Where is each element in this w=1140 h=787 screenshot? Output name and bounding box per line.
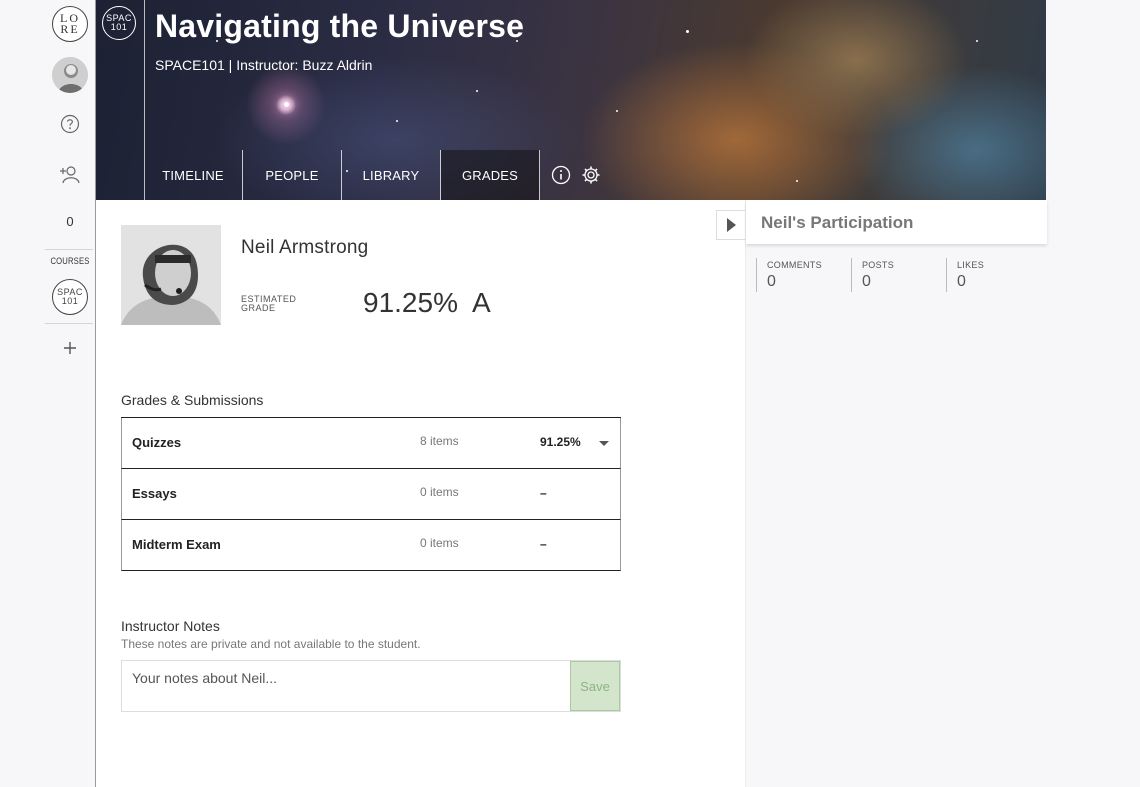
grade-score: – [540,537,547,551]
stat-value: 0 [862,273,871,290]
estimated-grade-percent: 91.25% [363,287,458,318]
notes-box: Save [121,660,621,712]
stat-comments: COMMENTS 0 [756,258,846,292]
student-name: Neil Armstrong [241,237,369,258]
course-badge[interactable]: SPAC 101 [52,279,88,315]
grade-item-count: 0 items [420,536,459,550]
courses-label: COURSES [50,256,90,266]
user-avatar[interactable] [52,57,88,93]
chevron-down-icon[interactable] [599,441,609,446]
grade-item-count: 8 items [420,434,459,448]
student-photo [121,225,221,325]
save-button[interactable]: Save [570,661,620,711]
grade-row-essays[interactable]: Essays 0 items – [121,469,621,520]
avatar-image [52,57,88,93]
gear-icon[interactable] [580,164,602,186]
stat-posts: POSTS 0 [851,258,941,292]
stat-likes: LIKES 0 [946,258,1036,292]
grades-table: Quizzes 8 items 91.25% Essays 0 items – … [121,417,621,571]
grade-category-name: Essays [132,486,177,501]
stat-label: COMMENTS [767,260,822,270]
grade-score: 91.25% [540,435,581,449]
estimated-grade-letter: A [472,287,491,318]
grade-category-name: Quizzes [132,435,182,450]
notes-subtitle: These notes are private and not availabl… [121,637,421,651]
tab-timeline[interactable]: TIMELINE [144,150,243,200]
grades-section-title: Grades & Submissions [121,392,264,408]
add-user-icon[interactable] [58,162,82,186]
participation-header: Neil's Participation [746,200,1047,244]
tab-people[interactable]: PEOPLE [243,150,342,200]
grade-item-count: 0 items [420,485,459,499]
course-subtitle: SPACE101 | Instructor: Buzz Aldrin [155,57,373,73]
tab-grades[interactable]: GRADES [441,150,540,200]
tab-library[interactable]: LIBRARY [342,150,441,200]
estimated-grade-label: ESTIMATED GRADE [241,294,297,313]
participation-title: Neil's Participation [761,213,914,232]
grade-row-quizzes[interactable]: Quizzes 8 items 91.25% [121,418,621,469]
divider [45,323,93,324]
help-icon[interactable] [58,112,82,136]
participation-panel: Neil's Participation COMMENTS 0 POSTS 0 … [745,200,1047,787]
stat-label: LIKES [957,260,985,270]
lore-logo[interactable]: LO RE [52,6,88,42]
plus-icon[interactable] [58,336,82,360]
stat-label: POSTS [862,260,895,270]
divider [45,249,93,250]
info-icon[interactable] [550,164,572,186]
course-banner: SPAC 101 Navigating the Universe SPACE10… [96,0,1046,200]
main-panel: SPAC 101 Navigating the Universe SPACE10… [95,0,1047,787]
course-badge[interactable]: SPAC 101 [102,6,136,40]
course-tabs: TIMELINE PEOPLE LIBRARY GRADES [144,150,540,200]
course-title: Navigating the Universe [155,8,525,44]
grade-row-midterm-exam[interactable]: Midterm Exam 0 items – [121,520,621,571]
left-rail: LO RE 0 COURSES SPAC 101 [0,0,95,787]
expand-icon[interactable] [716,210,746,240]
notes-title: Instructor Notes [121,618,220,634]
notification-count: 0 [66,214,74,229]
stat-value: 0 [767,273,776,290]
grade-category-name: Midterm Exam [132,537,221,552]
notes-input[interactable] [122,661,570,711]
stat-value: 0 [957,273,966,290]
grade-score: – [540,486,547,500]
